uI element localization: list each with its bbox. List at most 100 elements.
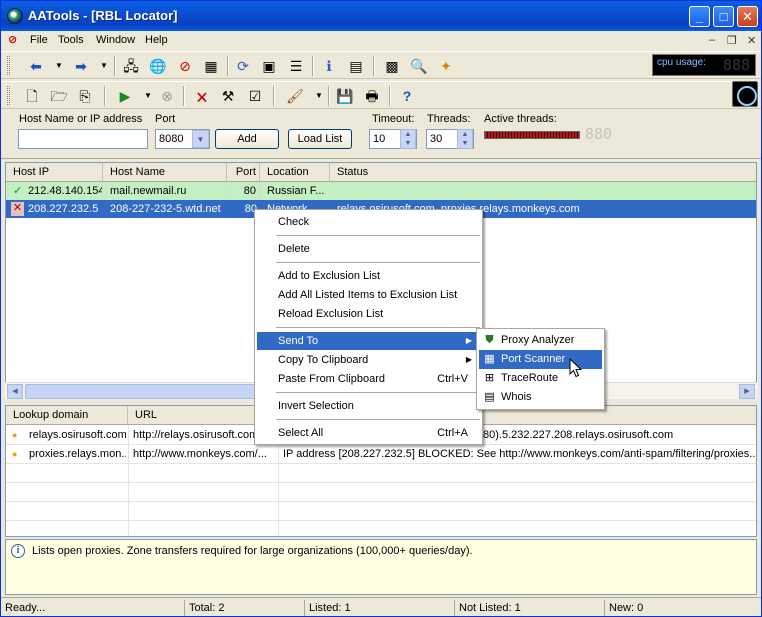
magic-tool-icon[interactable]: ✦ [437, 57, 455, 75]
start-play-icon[interactable]: ▶ [116, 87, 134, 105]
column-port[interactable]: Port [227, 163, 260, 181]
status-listed: Listed: 1 [304, 600, 454, 616]
table-row[interactable]: ✓ 212.48.140.154 mail.newmail.ru 80 Russ… [6, 182, 756, 200]
port-scanner-icon: ▦ [484, 353, 495, 365]
back-dropdown-icon[interactable]: ▼ [50, 57, 68, 75]
submenu-item-traceroute[interactable]: ⊞ TraceRoute [479, 369, 602, 388]
add-button[interactable]: Add [215, 129, 279, 149]
menu-separator [276, 327, 480, 328]
close-button[interactable]: ✕ [737, 6, 758, 27]
refresh-tool-icon[interactable]: ⟳ [234, 57, 252, 75]
child-restore-button[interactable]: ❐ [727, 34, 737, 47]
brush-icon[interactable]: 🖌 [286, 87, 304, 105]
column-host-ip[interactable]: Host IP [6, 163, 103, 181]
menu-item-label: Whois [501, 391, 532, 403]
lookup-domain-cell: relays.osirusoft.com [29, 429, 126, 441]
context-menu: Check Delete Add to Exclusion List Add A… [254, 209, 483, 445]
info-cell: 80).5.232.227.208.relays.osirusoft.com [483, 429, 674, 441]
timeout-stepper[interactable]: 10 ▲ ▼ [369, 129, 417, 149]
load-list-button[interactable]: Load List [288, 129, 352, 149]
brush-dropdown-icon[interactable]: ▼ [310, 87, 328, 105]
grid-line [6, 520, 756, 521]
active-threads-digits: 880 [585, 125, 613, 143]
open-document-icon[interactable]: 🗁 [50, 87, 68, 105]
location-cell: Russian F... [267, 185, 325, 197]
save-icon[interactable]: 💾 [336, 87, 354, 105]
help-icon[interactable]: ? [398, 87, 416, 105]
delete-document-icon[interactable]: 🗙 [193, 87, 211, 105]
toolbar-grip[interactable] [7, 56, 10, 75]
back-arrow-icon[interactable]: ⬅ [27, 57, 45, 75]
menu-tools[interactable]: Tools [58, 34, 84, 46]
list-tool-icon[interactable]: ☰ [287, 57, 305, 75]
menu-item-add-all-exclusion[interactable]: Add All Listed Items to Exclusion List [257, 286, 480, 304]
menu-help[interactable]: Help [145, 34, 168, 46]
blocked-tool-icon[interactable]: ⊘ [176, 57, 194, 75]
scroll-thumb[interactable] [25, 384, 255, 399]
scanner-tool-icon[interactable]: ▩ [383, 57, 401, 75]
lookup-domain-cell: proxies.relays.mon... [29, 448, 126, 460]
menu-file[interactable]: File [30, 34, 48, 46]
column-status[interactable]: Status [330, 163, 756, 181]
menu-item-paste-clipboard[interactable]: Paste From Clipboard Ctrl+V [257, 370, 480, 388]
port-combo[interactable]: 8080 ▼ [155, 129, 210, 149]
info-tool-icon[interactable]: ℹ [320, 57, 338, 75]
menu-item-add-exclusion[interactable]: Add to Exclusion List [257, 267, 480, 285]
maximize-button[interactable]: □ [713, 6, 734, 27]
column-location[interactable]: Location [260, 163, 330, 181]
scroll-right-icon[interactable]: ▶ [739, 384, 755, 399]
minimize-button[interactable]: _ [689, 6, 710, 27]
new-document-icon[interactable]: 🗋 [23, 87, 41, 105]
forward-arrow-icon[interactable]: ➡ [72, 57, 90, 75]
url-cell: http://www.monkeys.com/... [133, 448, 267, 460]
child-minimize-button[interactable]: – [709, 34, 715, 46]
submenu-item-port-scanner[interactable]: ▦ Port Scanner [479, 350, 602, 369]
scroll-left-icon[interactable]: ◀ [7, 384, 23, 399]
menu-item-select-all[interactable]: Select All Ctrl+A [257, 424, 480, 442]
column-lookup-domain[interactable]: Lookup domain [6, 406, 128, 424]
monitor-tool-icon[interactable]: ▣ [260, 57, 278, 75]
forward-dropdown-icon[interactable]: ▼ [95, 57, 113, 75]
chevron-down-icon[interactable]: ▼ [192, 130, 209, 148]
child-close-button[interactable]: ✕ [747, 34, 756, 47]
host-name-cell: 208-227-232-5.wtd.net [110, 203, 221, 215]
tools-icon[interactable]: ⚒ [219, 87, 237, 105]
stop-icon[interactable]: ⊗ [158, 87, 176, 105]
lookup-tool-icon[interactable]: 🔍 [410, 57, 428, 75]
spin-arrows-icon[interactable]: ▲ ▼ [457, 129, 473, 149]
globe-tool-icon[interactable]: 🌐 [149, 57, 167, 75]
grid-line [6, 501, 756, 502]
cpu-usage-label: cpu usage: [657, 57, 706, 68]
copy-document-icon[interactable]: ⎘ [76, 87, 94, 105]
menu-item-reload-exclusion[interactable]: Reload Exclusion List [257, 305, 480, 323]
server-tool-icon[interactable]: ▦ [202, 57, 220, 75]
mdi-child-icon[interactable]: ⊘ [8, 33, 17, 46]
menu-item-label: Add to Exclusion List [278, 270, 381, 282]
menu-item-delete[interactable]: Delete [257, 240, 480, 258]
host-input[interactable] [18, 129, 148, 149]
shortcut-label: Ctrl+V [437, 373, 468, 385]
list-item[interactable]: ● proxies.relays.mon... http://www.monke… [6, 445, 756, 463]
toolbar-separator [389, 86, 391, 106]
threads-stepper[interactable]: 30 ▲ ▼ [426, 129, 474, 149]
toolbar-separator [373, 56, 375, 76]
menu-item-invert-selection[interactable]: Invert Selection [257, 397, 480, 415]
submenu-item-whois[interactable]: ▤ Whois [479, 388, 602, 407]
menu-item-check[interactable]: Check [257, 213, 480, 231]
menu-window[interactable]: Window [96, 34, 135, 46]
app-icon[interactable] [7, 8, 23, 24]
start-dropdown-icon[interactable]: ▼ [139, 87, 157, 105]
spin-arrows-icon[interactable]: ▲ ▼ [400, 129, 416, 149]
network-tool-icon[interactable]: 🖧 [122, 57, 140, 75]
submenu-item-proxy-analyzer[interactable]: ⛊ Proxy Analyzer [479, 331, 602, 350]
window-tool-icon[interactable]: ▤ [347, 57, 365, 75]
status-total: Total: 2 [184, 600, 304, 616]
menu-item-copy-clipboard[interactable]: Copy To Clipboard ▶ [257, 351, 480, 369]
title-bar[interactable]: AATools - [RBL Locator] _ □ ✕ [1, 1, 761, 31]
column-host-name[interactable]: Host Name [103, 163, 227, 181]
toolbar-grip[interactable] [7, 86, 10, 105]
menu-item-label: Select All [278, 427, 324, 439]
properties-icon[interactable]: ☑ [246, 87, 264, 105]
print-icon[interactable]: 🖶 [363, 87, 381, 105]
menu-item-send-to[interactable]: Send To ▶ [257, 332, 480, 350]
